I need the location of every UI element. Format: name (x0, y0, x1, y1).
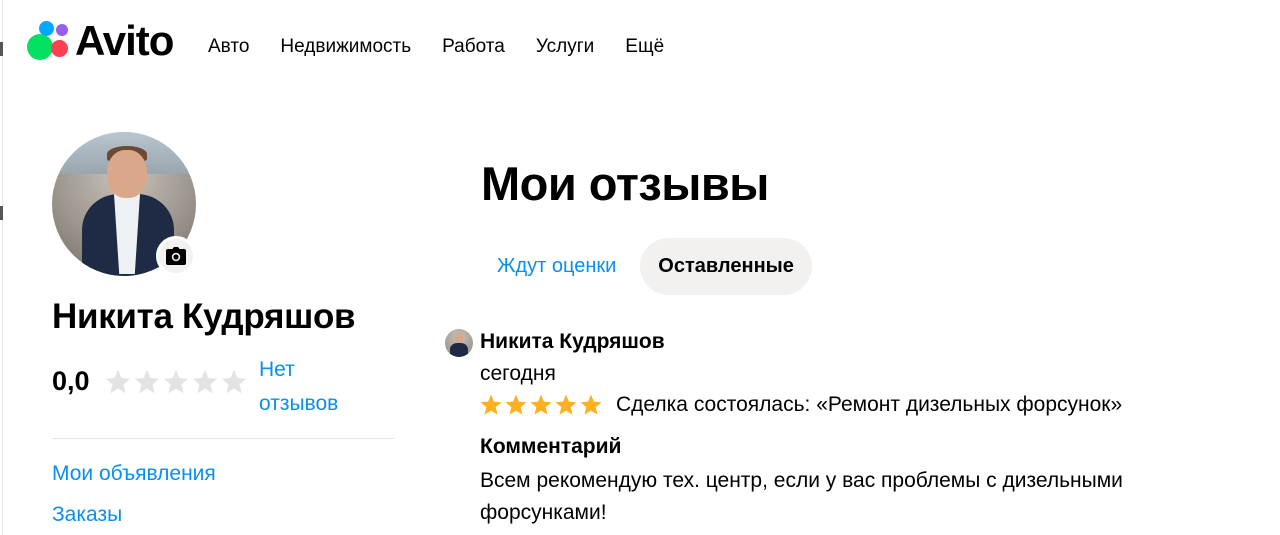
main-nav: Авто Недвижимость Работа Услуги Ещё (208, 36, 695, 58)
sidebar-item-my-ads[interactable]: Мои объявления (52, 462, 216, 486)
edge-mark (0, 206, 3, 220)
reviews-tabs: Ждут оценки Оставленные (481, 238, 812, 295)
site-header: Avito Авто Недвижимость Работа Услуги Ещ… (0, 0, 1280, 95)
nav-item-auto[interactable]: Авто (208, 36, 249, 58)
star-icon (480, 394, 502, 415)
avito-logo[interactable]: Avito (27, 17, 174, 64)
star-icon (530, 394, 552, 415)
review-deal: Сделка состоялась: «Ремонт дизельных фор… (616, 393, 1123, 416)
nav-item-more[interactable]: Ещё (625, 36, 664, 58)
star-icon (192, 369, 218, 394)
review-stars (479, 393, 603, 417)
rating-stars (104, 368, 248, 396)
star-icon (105, 369, 131, 394)
page-title: Мои отзывы (481, 157, 769, 210)
logo-dots-icon (27, 18, 73, 64)
nav-item-realty[interactable]: Недвижимость (280, 36, 411, 58)
divider (52, 438, 394, 439)
review-author-avatar[interactable] (445, 329, 473, 357)
logo-text: Avito (75, 17, 174, 64)
rating-value: 0,0 (52, 366, 90, 396)
tab-awaiting-rating[interactable]: Ждут оценки (481, 238, 640, 295)
profile-name: Никита Кудряшов (52, 297, 356, 336)
star-icon (134, 369, 160, 394)
review-comment: Всем рекомендую тех. центр, если у вас п… (480, 469, 1123, 524)
review-author[interactable]: Никита Кудряшов (480, 330, 665, 354)
nav-item-jobs[interactable]: Работа (442, 36, 505, 58)
profile-avatar-wrap (52, 132, 196, 276)
nav-item-services[interactable]: Услуги (536, 36, 594, 58)
review-comment-title: Комментарий (480, 435, 622, 458)
star-icon (221, 369, 247, 394)
sidebar-item-orders[interactable]: Заказы (52, 503, 122, 527)
review-date: сегодня (480, 362, 556, 385)
tab-left-reviews[interactable]: Оставленные (640, 238, 812, 295)
reviews-link[interactable]: Нет отзывов (259, 353, 369, 421)
star-icon (580, 394, 602, 415)
change-photo-button[interactable] (156, 236, 196, 276)
star-icon (555, 394, 577, 415)
star-icon (505, 394, 527, 415)
camera-icon (166, 247, 186, 265)
star-icon (163, 369, 189, 394)
